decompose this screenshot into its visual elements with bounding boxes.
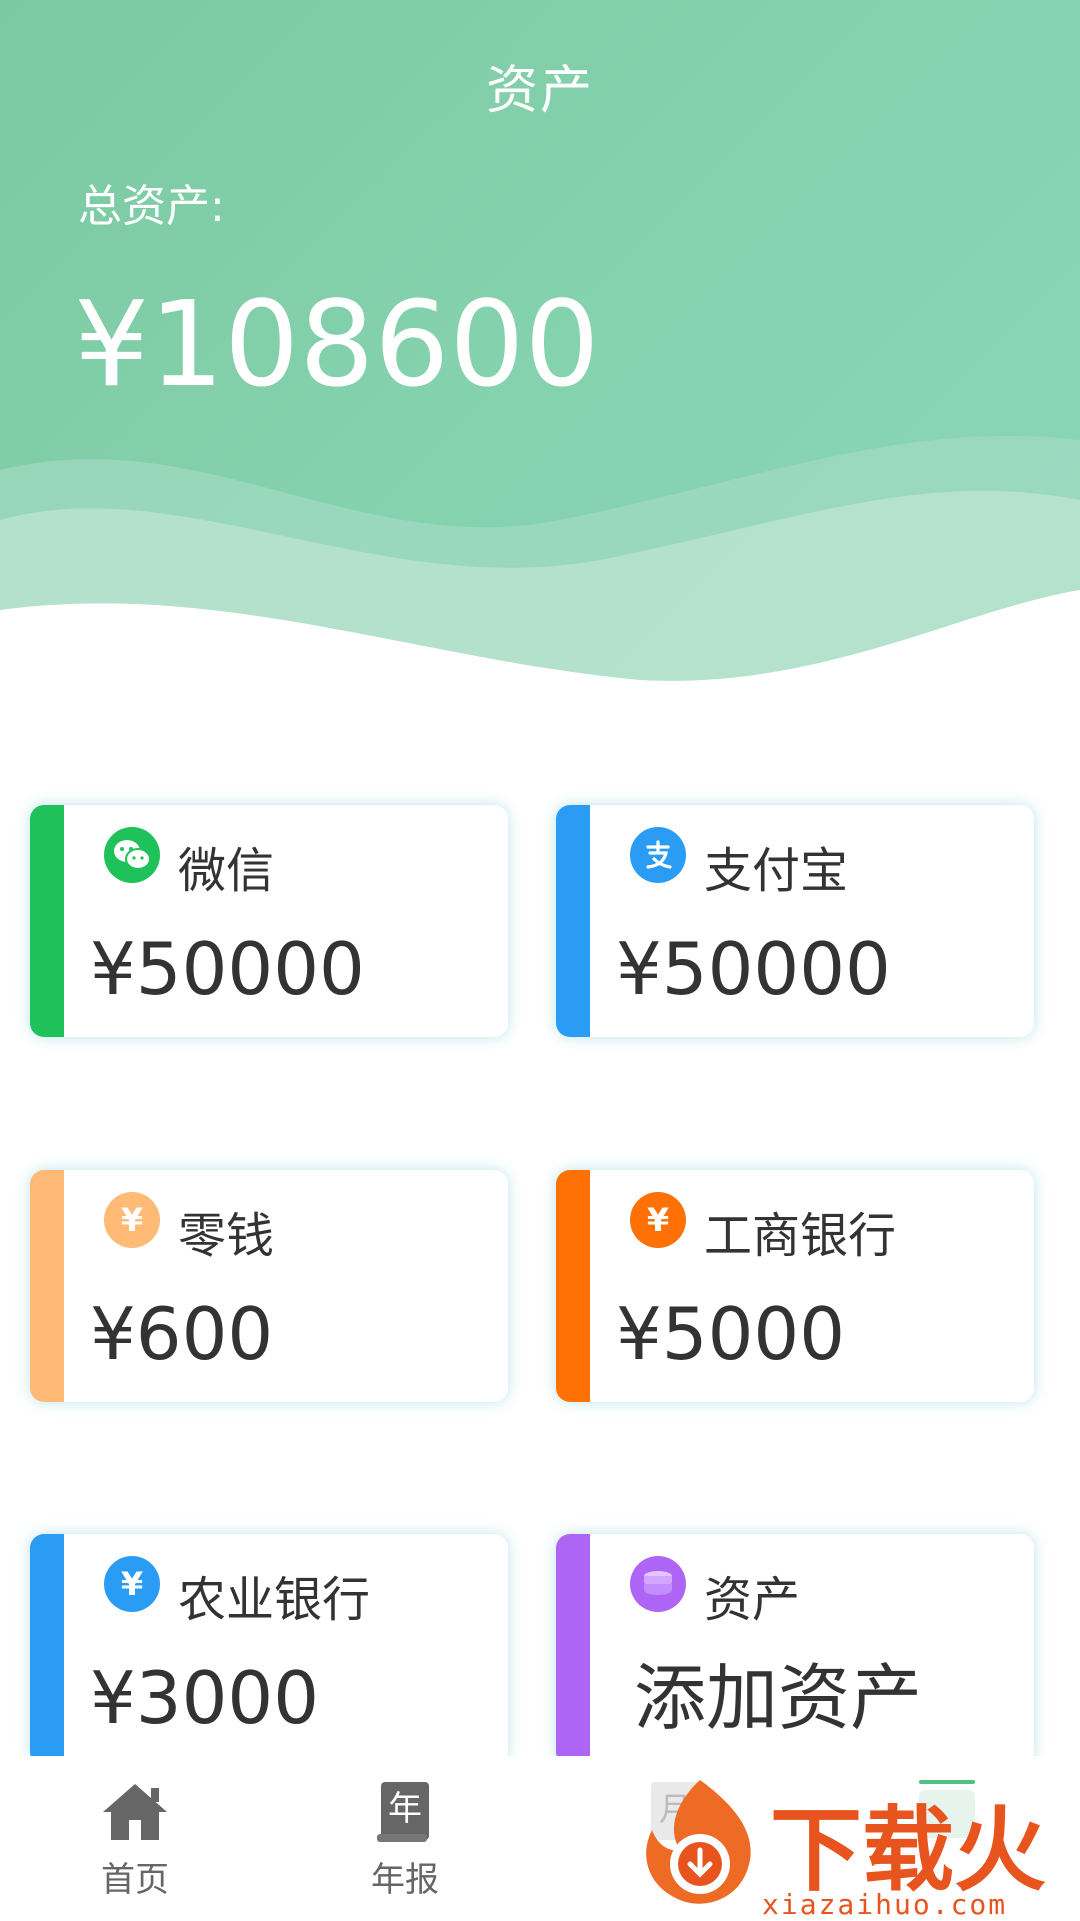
wechat-icon xyxy=(104,827,160,883)
header-banner: 资产 总资产: ¥108600 xyxy=(0,0,1080,700)
tab-label: 年报 xyxy=(371,1860,439,1900)
account-name: 农业银行 xyxy=(178,1572,371,1628)
total-assets-value: ¥108600 xyxy=(74,275,600,413)
account-name: 零钱 xyxy=(178,1208,275,1264)
account-card-wechat[interactable]: 微信 ¥50000 xyxy=(30,805,508,1037)
account-amount: ¥50000 xyxy=(616,927,891,1011)
tab-annual-report[interactable]: 年 年报 xyxy=(305,1776,505,1901)
account-amount: ¥3000 xyxy=(90,1656,320,1740)
account-card-icbc[interactable]: ¥ 工商银行 ¥5000 xyxy=(556,1170,1034,1402)
annual-report-icon: 年 xyxy=(365,1776,445,1846)
card-accent-bar xyxy=(30,805,64,1037)
card-accent-bar xyxy=(556,1534,590,1766)
card-accent-bar xyxy=(556,805,590,1037)
account-card-change[interactable]: ¥ 零钱 ¥600 xyxy=(30,1170,508,1402)
svg-text:年: 年 xyxy=(388,1789,422,1829)
account-name: 工商银行 xyxy=(704,1208,897,1264)
account-name: 资产 xyxy=(704,1572,801,1628)
account-amount: ¥5000 xyxy=(616,1292,846,1376)
watermark-logo: 下载火 xiazaihuo.com xyxy=(630,1768,1080,1921)
account-amount: ¥50000 xyxy=(90,927,365,1011)
account-name: 微信 xyxy=(178,843,275,899)
card-accent-bar xyxy=(30,1170,64,1402)
card-accent-bar xyxy=(30,1534,64,1766)
card-accent-bar xyxy=(556,1170,590,1402)
total-assets-label: 总资产: xyxy=(78,181,225,232)
tab-home[interactable]: 首页 xyxy=(35,1776,235,1901)
alipay-icon xyxy=(630,827,686,883)
account-card-alipay[interactable]: 支付宝 ¥50000 xyxy=(556,805,1034,1037)
add-asset-card[interactable]: 资产 添加资产 xyxy=(556,1534,1034,1766)
yuan-icon: ¥ xyxy=(630,1192,686,1248)
account-amount: ¥600 xyxy=(90,1292,274,1376)
add-asset-button[interactable]: 添加资产 xyxy=(634,1662,922,1734)
yuan-icon: ¥ xyxy=(104,1556,160,1612)
page-title: 资产 xyxy=(485,61,594,121)
home-icon xyxy=(95,1776,175,1846)
watermark-site: xiazaihuo.com xyxy=(762,1888,1008,1921)
coins-icon xyxy=(630,1556,686,1612)
account-name: 支付宝 xyxy=(704,843,849,899)
flame-logo-icon xyxy=(646,1780,751,1904)
account-card-abc[interactable]: ¥ 农业银行 ¥3000 xyxy=(30,1534,508,1766)
tab-label: 首页 xyxy=(101,1860,169,1900)
yuan-icon: ¥ xyxy=(104,1192,160,1248)
